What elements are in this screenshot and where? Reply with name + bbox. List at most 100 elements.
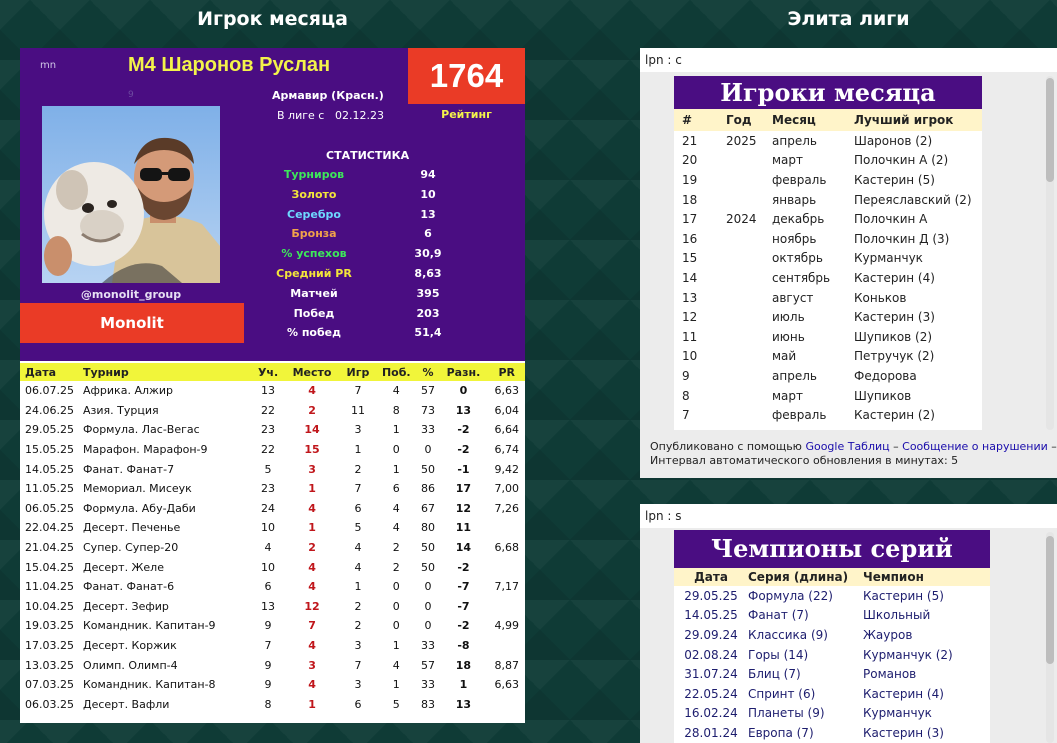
cell-participants: 7 [264, 639, 272, 653]
sc-cell-series: Классика (9) [748, 627, 828, 642]
cell-games: 4 [354, 541, 362, 555]
sc-cell-champion: Кастерин (3) [863, 725, 944, 740]
tournament-row: 11.04.25 Фанат. Фанат-6 6 4 1 0 0 -7 7,17 [20, 577, 525, 597]
pom-cell-player: Коньков [854, 290, 907, 305]
players-of-month-row: 18 январь Переяславский (2) [674, 190, 982, 210]
sc-cell-series: Блиц (7) [748, 667, 801, 682]
cell-participants: 23 [261, 482, 276, 496]
players-of-month-viewport[interactable]: Игроки месяца # Год Месяц Лучший игрок 2… [640, 72, 1057, 430]
players-of-month-scrollbar-thumb[interactable] [1046, 78, 1054, 182]
pom-cell-year [726, 307, 772, 327]
pom-cell-num: 18 [682, 192, 698, 207]
cell-tournament: Десерт. Коржик [83, 639, 177, 653]
sc-cell-date: 14.05.25 [684, 608, 738, 623]
cell-place: 15 [304, 443, 320, 457]
series-champions-viewport[interactable]: Чемпионы серий Дата Серия (длина) Чемпио… [640, 528, 1057, 743]
cell-pr: 7,17 [494, 580, 519, 594]
player-photo [42, 106, 220, 283]
tournament-row: 06.05.25 Формула. Абу-Даби 24 4 6 4 67 12 7,26 [20, 499, 525, 519]
series-champions-row: 31.07.24 Блиц (7) Романов [674, 664, 990, 684]
cell-diff: -2 [457, 443, 470, 457]
cell-place: 3 [308, 658, 316, 672]
cell-date: 06.07.25 [25, 384, 74, 398]
cell-percent: 57 [420, 658, 435, 672]
pom-cell-player: Федорова [854, 368, 917, 383]
stat-value: 6 [424, 227, 432, 241]
cell-games: 7 [354, 384, 362, 398]
players-of-month-row: 8 март Шупиков [674, 386, 982, 406]
cell-games: 2 [354, 599, 362, 613]
tournament-row: 15.05.25 Марафон. Марафон-9 22 15 1 0 0 -2 6,74 [20, 440, 525, 460]
col-header-wins: Поб. [374, 363, 418, 381]
cell-participants: 13 [261, 599, 276, 613]
cell-wins: 5 [392, 697, 400, 711]
cell-diff: -8 [457, 639, 470, 653]
sc-cell-series: Европа (7) [748, 725, 814, 740]
sc-cell-date: 02.08.24 [684, 647, 738, 662]
report-abuse-link[interactable]: Сообщение о нарушении [902, 440, 1048, 453]
cell-place: 2 [308, 403, 316, 417]
cell-participants: 4 [264, 541, 272, 555]
cell-percent: 50 [420, 541, 435, 555]
published-with-text: Опубликовано с помощью [650, 440, 802, 453]
cell-games: 7 [354, 482, 362, 496]
tournament-row: 29.05.25 Формула. Лас-Вегас 23 14 3 1 33 -2 6,64 [20, 420, 525, 440]
pom-cell-num: 12 [682, 310, 698, 325]
sc-cell-series: Планеты (9) [748, 706, 825, 721]
cell-participants: 9 [264, 619, 272, 633]
series-champions-table: Дата Серия (длина) Чемпион 29.05.25 Форму… [674, 568, 990, 743]
cell-date: 06.05.25 [25, 501, 74, 515]
players-of-month-row: 7 февраль Кастерин (2) [674, 405, 982, 425]
cell-participants: 9 [264, 678, 272, 692]
sc-cell-date: 31.07.24 [684, 667, 738, 682]
cell-tournament: Десерт. Желе [83, 560, 164, 574]
cell-games: 3 [354, 639, 362, 653]
stat-label: % успехов [281, 247, 347, 261]
players-of-month-frame[interactable]: lpn : c Игроки месяца # Год Месяц Лучший… [640, 48, 1057, 478]
stat-value: 395 [416, 286, 440, 300]
tournaments-header-row: Дата Турнир Уч. Место Игр Поб. % Разн. P… [20, 363, 525, 381]
pom-cell-player: Шаронов (2) [854, 133, 933, 148]
cell-wins: 2 [392, 560, 400, 574]
pom-cell-player: Кастерин (4) [854, 270, 935, 285]
cell-percent: 57 [420, 384, 435, 398]
pom-cell-num: 11 [682, 329, 698, 344]
cell-participants: 5 [264, 462, 272, 476]
cell-pr: 7,26 [494, 501, 519, 515]
cell-percent: 33 [420, 639, 435, 653]
cell-diff: -2 [457, 423, 470, 437]
players-of-month-row: 21 2025 апрель Шаронов (2) [674, 131, 982, 151]
pom-cell-num: 10 [682, 349, 698, 364]
sc-cell-series: Горы (14) [748, 647, 809, 662]
cell-diff: 12 [455, 501, 472, 515]
cell-pr: 7,00 [494, 482, 519, 496]
tournament-row: 22.04.25 Десерт. Печенье 10 1 5 4 80 11 [20, 518, 525, 538]
cell-games: 1 [354, 580, 362, 594]
cell-diff: 14 [455, 541, 472, 555]
team-name: Monolit [20, 303, 244, 343]
cell-games: 3 [354, 423, 362, 437]
tournament-row: 13.03.25 Олимп. Олимп-4 9 3 7 4 57 18 8,87 [20, 655, 525, 675]
cell-participants: 8 [264, 697, 272, 711]
pom-cell-player: Кастерин (2) [854, 408, 935, 423]
pom-cell-num: 20 [682, 153, 698, 168]
pom-cell-year [726, 386, 772, 406]
cell-participants: 10 [261, 560, 276, 574]
col-header-diff: Разн. [438, 363, 489, 381]
players-of-month-frame-title: lpn : c [645, 53, 682, 67]
cell-participants: 9 [264, 658, 272, 672]
pom-cell-num: 8 [682, 388, 690, 403]
cell-games: 1 [354, 443, 362, 457]
pom-cell-month: март [772, 388, 804, 403]
series-champions-frame[interactable]: lpn : s Чемпионы серий Дата Серия (длина… [640, 504, 1057, 743]
google-sheets-link[interactable]: Google Таблиц [805, 440, 889, 453]
players-of-month-header-row: # Год Месяц Лучший игрок [674, 109, 982, 131]
series-champions-scrollbar-thumb[interactable] [1046, 536, 1054, 664]
players-of-month-row: 19 февраль Кастерин (5) [674, 170, 982, 190]
sc-cell-champion: Кастерин (5) [863, 588, 944, 603]
pom-cell-month: апрель [772, 133, 817, 148]
tournament-row: 14.05.25 Фанат. Фанат-7 5 3 2 1 50 -1 9,42 [20, 459, 525, 479]
cell-tournament: Мемориал. Мисеук [83, 482, 192, 496]
sc-col-champion: Чемпион [863, 568, 990, 586]
pom-cell-num: 9 [682, 368, 690, 383]
